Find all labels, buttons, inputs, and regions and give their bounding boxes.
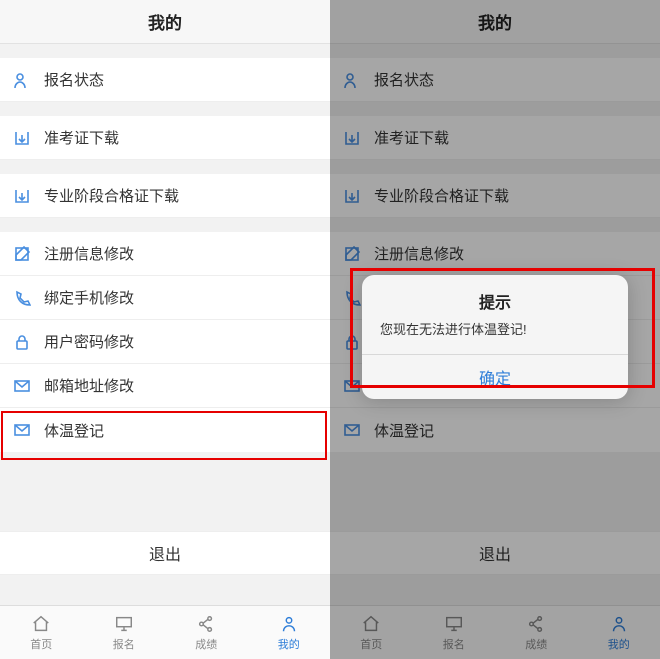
tab-label: 我的 bbox=[278, 636, 300, 652]
share-icon bbox=[195, 614, 217, 634]
mail-icon bbox=[12, 376, 32, 396]
edit-icon bbox=[12, 244, 32, 264]
phone-icon bbox=[12, 288, 32, 308]
page-title: 我的 bbox=[148, 9, 182, 34]
monitor-icon bbox=[113, 614, 135, 634]
row-label: 专业阶段合格证下载 bbox=[44, 185, 179, 206]
row-label: 报名状态 bbox=[44, 69, 104, 90]
header: 我的 bbox=[0, 0, 330, 44]
tabbar: 首页 报名 成绩 我的 bbox=[0, 605, 330, 659]
tab-score[interactable]: 成绩 bbox=[165, 606, 248, 659]
row-edit-pwd[interactable]: 用户密码修改 bbox=[0, 320, 330, 364]
row-label: 注册信息修改 bbox=[44, 243, 134, 264]
tab-label: 成绩 bbox=[195, 636, 217, 652]
row-signup-status[interactable]: 报名状态 bbox=[0, 58, 330, 102]
row-edit-reg[interactable]: 注册信息修改 bbox=[0, 232, 330, 276]
row-edit-email[interactable]: 邮箱地址修改 bbox=[0, 364, 330, 408]
tab-home[interactable]: 首页 bbox=[0, 606, 83, 659]
row-temp-reg[interactable]: 体温登记 bbox=[0, 408, 330, 452]
row-label: 邮箱地址修改 bbox=[44, 375, 134, 396]
alert-message: 您现在无法进行体温登记! bbox=[362, 317, 628, 354]
screen-left: 我的 报名状态 准考证下载 专业阶段合格证下载 注册信息修改 绑定手机修改 用户… bbox=[0, 0, 330, 659]
tab-label: 报名 bbox=[113, 636, 135, 652]
lock-icon bbox=[12, 332, 32, 352]
menu-list: 报名状态 准考证下载 专业阶段合格证下载 注册信息修改 绑定手机修改 用户密码修… bbox=[0, 44, 330, 452]
row-label: 绑定手机修改 bbox=[44, 287, 134, 308]
logout-label: 退出 bbox=[149, 541, 181, 565]
tab-signup[interactable]: 报名 bbox=[83, 606, 166, 659]
alert-ok-button[interactable]: 确定 bbox=[362, 354, 628, 399]
person-icon bbox=[278, 614, 300, 634]
screen-right: 我的 报名状态 准考证下载 专业阶段合格证下载 注册信息修改 绑定手机修改 用户… bbox=[330, 0, 660, 659]
row-label: 体温登记 bbox=[44, 420, 104, 441]
download-icon bbox=[12, 128, 32, 148]
home-icon bbox=[30, 614, 52, 634]
logout-button[interactable]: 退出 bbox=[0, 531, 330, 575]
mail-icon bbox=[12, 420, 32, 440]
row-cert-download[interactable]: 专业阶段合格证下载 bbox=[0, 174, 330, 218]
row-ticket-download[interactable]: 准考证下载 bbox=[0, 116, 330, 160]
row-label: 用户密码修改 bbox=[44, 331, 134, 352]
alert-dialog: 提示 您现在无法进行体温登记! 确定 bbox=[362, 275, 628, 399]
user-icon bbox=[12, 70, 32, 90]
tab-label: 首页 bbox=[30, 636, 52, 652]
download-icon bbox=[12, 186, 32, 206]
alert-title: 提示 bbox=[362, 275, 628, 317]
tab-mine[interactable]: 我的 bbox=[248, 606, 331, 659]
row-edit-phone[interactable]: 绑定手机修改 bbox=[0, 276, 330, 320]
row-label: 准考证下载 bbox=[44, 127, 119, 148]
